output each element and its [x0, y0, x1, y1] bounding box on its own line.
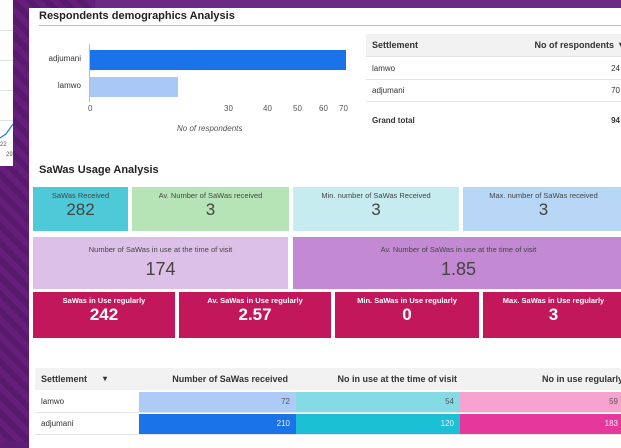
dashboard-panel: Respondents demographics Analysis adjuma…: [29, 8, 621, 448]
kpi-card: Av. SaWas in Use regularly 2.57: [179, 292, 331, 338]
header-settlement[interactable]: Settlement: [372, 34, 418, 56]
cell-settlement: lamwo: [41, 397, 65, 406]
kpi-value: 242: [89, 305, 119, 324]
sort-desc-icon[interactable]: ▾: [103, 368, 107, 390]
x-tick: 70: [339, 104, 348, 113]
x-tick: 0: [88, 104, 93, 113]
cell-settlement: adjumani: [41, 419, 74, 428]
kpi-label: Max. SaWas in Use regularly: [502, 296, 605, 305]
kpi-card: Min. SaWas in Use regularly 0: [335, 292, 479, 338]
header-settlement[interactable]: Settlement: [41, 368, 87, 390]
table-header: Settlement No of respondents ▾: [366, 34, 621, 57]
grand-total-row: Grand total 94: [372, 116, 620, 125]
table-row: lamwo 72 54 59: [35, 392, 621, 413]
x-tick: 30: [224, 104, 233, 113]
heat-cell-received: 210: [139, 414, 296, 434]
heat-cell-received: 72: [139, 392, 296, 412]
kpi-value: 0: [402, 305, 412, 324]
header-respondents[interactable]: No of respondents: [534, 34, 614, 56]
kpi-card: Min. number of SaWas Received 3: [293, 187, 459, 231]
tick-label: 22: [0, 142, 7, 148]
kpi-card: Max. SaWas in Use regularly 3: [483, 292, 621, 338]
header-in-use-visit[interactable]: No in use at the time of visit: [295, 368, 457, 390]
kpi-label: Number of SaWas in use at the time of vi…: [88, 245, 233, 254]
header-in-use-regular[interactable]: No in use regularly: [465, 368, 621, 390]
x-tick: 40: [263, 104, 272, 113]
kpi-value: 282: [66, 200, 95, 219]
kpi-card: Av. Number of SaWas received 3: [132, 187, 289, 231]
heat-cell-in-use-regular: 183: [460, 414, 621, 434]
bar-lamwo: [90, 77, 178, 97]
usage-title: SaWas Usage Analysis: [39, 164, 159, 176]
kpi-label: Av. SaWas in Use regularly: [207, 296, 303, 305]
heat-cell-in-use-visit: 54: [296, 392, 460, 412]
kpi-label: SaWas in Use regularly: [62, 296, 146, 305]
bar-label-adjumani: adjumani: [48, 54, 81, 63]
bar-adjumani: [90, 50, 346, 70]
kpi-card: SaWas in Use regularly 242: [33, 292, 175, 338]
table-row: lamwo 24: [366, 58, 621, 80]
kpi-label: Av. Number of SaWas received: [158, 191, 263, 200]
section-divider: [39, 25, 621, 26]
tick-label: 29: [6, 152, 13, 158]
x-axis-title: No of respondents: [177, 124, 243, 133]
kpi-label: Min. number of SaWas Received: [321, 191, 431, 200]
x-tick: 50: [293, 104, 302, 113]
kpi-value: 3: [371, 200, 381, 219]
kpi-value: 3: [538, 200, 549, 219]
kpi-value: 3: [548, 305, 559, 324]
heat-cell-in-use-visit: 120: [296, 414, 460, 434]
bar-label-lamwo: lamwo: [57, 81, 81, 90]
usage-table: Settlement ▾ Number of SaWas received No…: [35, 368, 621, 448]
kpi-card: Av. Number of SaWas in use at the time o…: [293, 237, 621, 289]
left-partial-chart: 22 29: [0, 0, 13, 166]
table-row: adjumani 70: [366, 80, 621, 102]
heat-cell-in-use-regular: 59: [460, 392, 621, 412]
usage-table-header: Settlement ▾ Number of SaWas received No…: [35, 368, 621, 390]
demographics-title: Respondents demographics Analysis: [39, 10, 235, 22]
kpi-card: Max. number of SaWas received 3: [463, 187, 621, 231]
header-received[interactable]: Number of SaWas received: [145, 368, 288, 390]
table-row: adjumani 210 120 183: [35, 414, 621, 435]
kpi-label: Av. Number of SaWas in use at the time o…: [380, 245, 537, 254]
x-tick: 60: [319, 104, 328, 113]
kpi-card: SaWas Received 282: [33, 187, 128, 231]
kpi-label: Min. SaWas in Use regularly: [357, 296, 457, 305]
kpi-label: SaWas Received: [51, 191, 110, 200]
kpi-value: 174: [145, 259, 176, 279]
kpi-value: 1.85: [440, 259, 477, 279]
kpi-value: 3: [205, 200, 216, 219]
kpi-label: Max. number of SaWas received: [489, 191, 598, 200]
kpi-card: Number of SaWas in use at the time of vi…: [33, 237, 288, 289]
respondents-table: Settlement No of respondents ▾ lamwo 24 …: [366, 34, 621, 134]
kpi-value: 2.57: [238, 305, 272, 324]
